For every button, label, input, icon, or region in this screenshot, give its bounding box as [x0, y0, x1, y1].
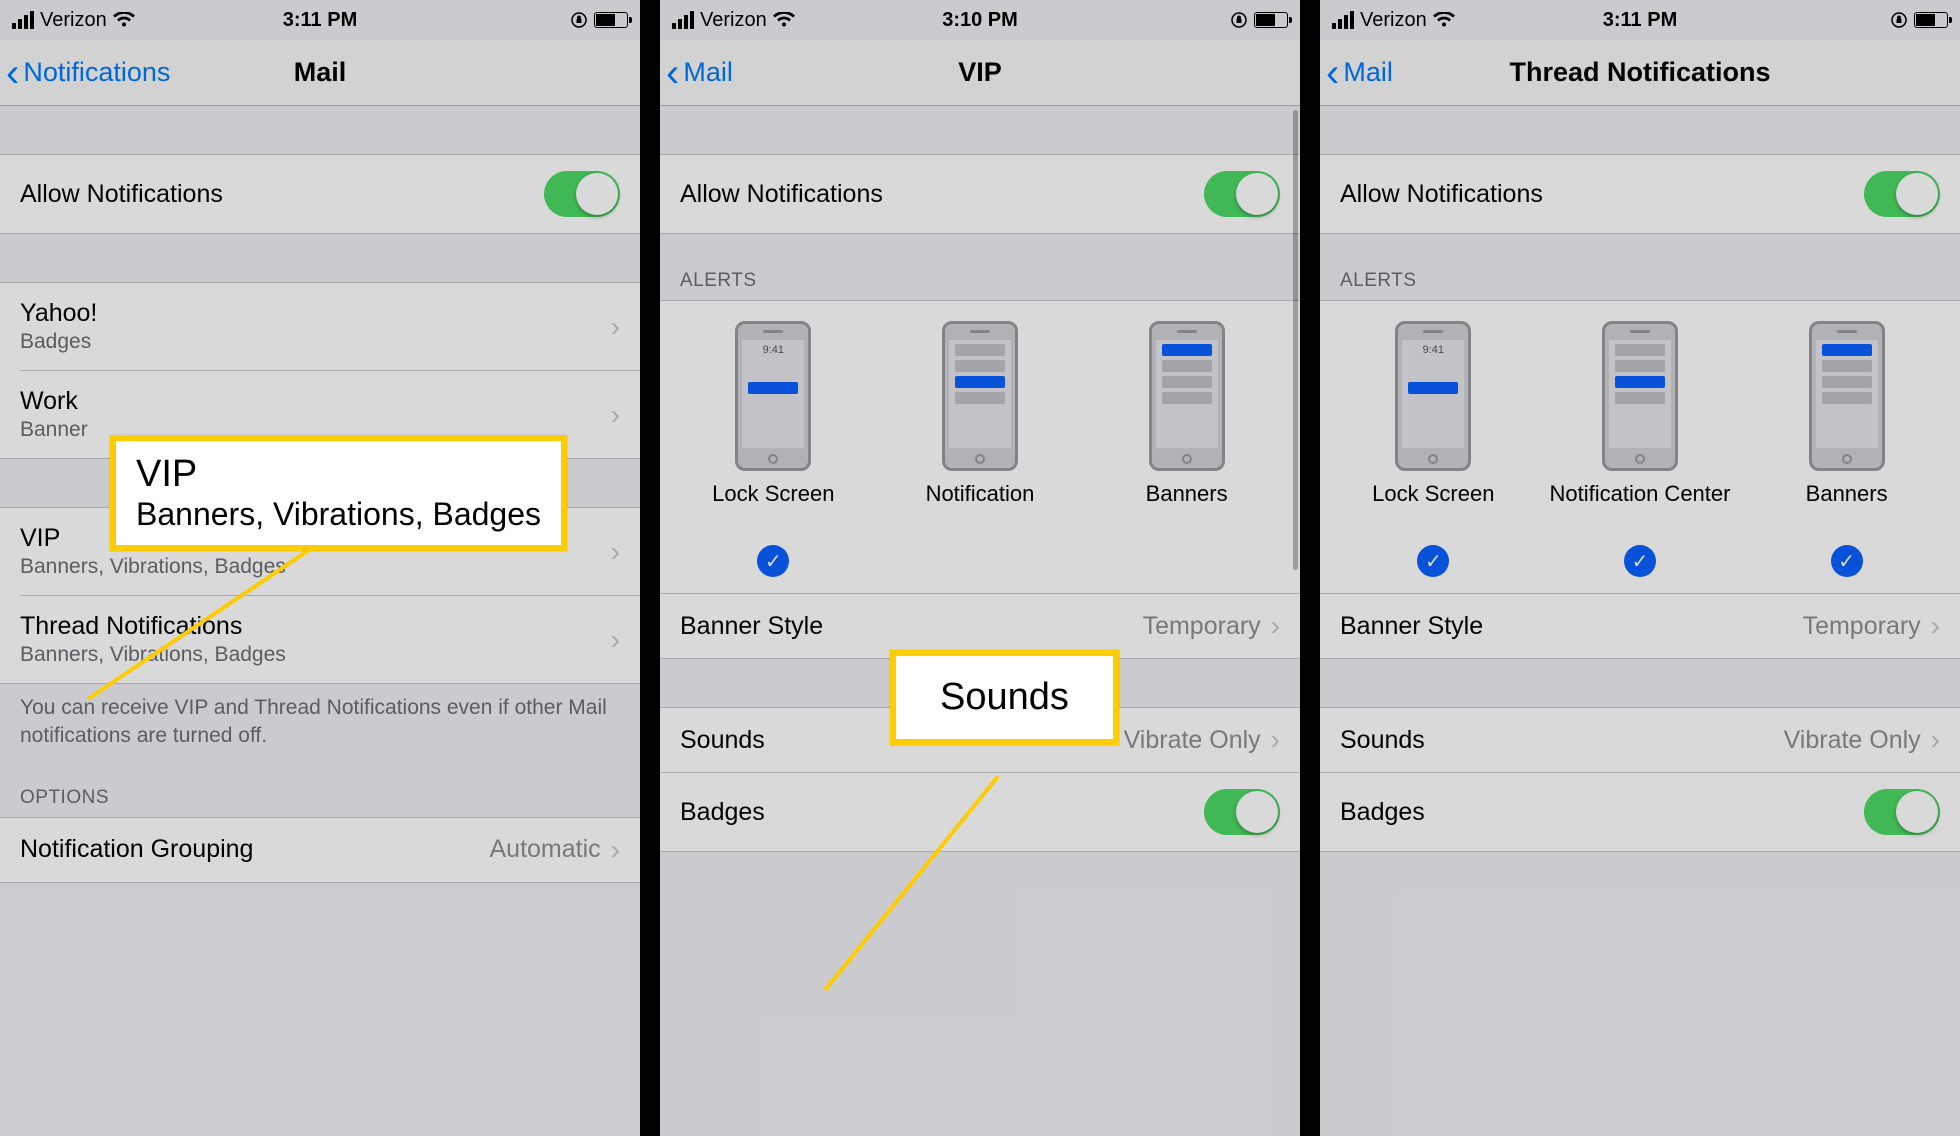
alerts-header: ALERTS — [1320, 234, 1960, 300]
vip-sub: Banners, Vibrations, Badges — [20, 555, 286, 579]
checkmark-icon: ✓ — [1624, 545, 1656, 577]
allow-notifications-row[interactable]: Allow Notifications — [1320, 154, 1960, 234]
notification-grouping-row[interactable]: Notification Grouping Automatic › — [0, 817, 640, 883]
banners-preview-icon — [1149, 321, 1225, 471]
allow-notifications-label: Allow Notifications — [20, 180, 223, 209]
chevron-right-icon: › — [1271, 610, 1280, 642]
screen-mail-notifications: Verizon 3:11 PM ‹ Notifications Mail All… — [0, 0, 640, 1136]
checkmark-icon: ✓ — [1417, 545, 1449, 577]
screen-vip-settings: Verizon 3:10 PM ‹ Mail VIP Allow Notific… — [660, 0, 1300, 1136]
chevron-right-icon: › — [611, 624, 620, 656]
alerts-row: 9:41 Lock Screen ✓ Notification Center ✓… — [1320, 300, 1960, 594]
nav-bar: ‹ Notifications Mail — [0, 40, 640, 106]
thread-notifications-row[interactable]: Thread Notifications Banners, Vibrations… — [20, 595, 640, 683]
status-bar: Verizon 3:11 PM — [0, 0, 640, 40]
status-time: 3:10 PM — [660, 9, 1300, 32]
callout-vip-title: VIP — [136, 453, 541, 496]
banners-preview-icon — [1809, 321, 1885, 471]
lock-screen-preview-icon: 9:41 — [1395, 321, 1471, 471]
alert-banners[interactable]: Banners ✓ — [1744, 321, 1949, 577]
grouping-value: Automatic — [490, 835, 601, 864]
page-title: Mail — [0, 57, 640, 88]
notification-center-preview-icon — [1602, 321, 1678, 471]
banner-style-label: Banner Style — [1340, 612, 1483, 641]
accounts-group: Yahoo! Badges › Work Banner › — [0, 282, 640, 459]
allow-notifications-label: Allow Notifications — [1340, 180, 1543, 209]
alert-banners[interactable]: Banners ✓ — [1084, 321, 1289, 577]
alert-label: Banners — [1806, 481, 1888, 535]
checkmark-icon: ✓ — [1831, 545, 1863, 577]
battery-icon — [594, 12, 628, 28]
callout-vip: VIP Banners, Vibrations, Badges — [110, 435, 567, 551]
callout-vip-sub: Banners, Vibrations, Badges — [136, 496, 541, 533]
sounds-value: Vibrate Only — [1124, 726, 1261, 755]
allow-notifications-toggle[interactable] — [1204, 171, 1280, 217]
account-sub: Badges — [20, 330, 97, 354]
banner-style-label: Banner Style — [680, 612, 823, 641]
badges-toggle[interactable] — [1864, 789, 1940, 835]
scroll-thumb[interactable] — [1293, 110, 1298, 570]
badges-label: Badges — [680, 798, 765, 827]
badges-row[interactable]: Badges — [1320, 773, 1960, 852]
chevron-right-icon: › — [1931, 610, 1940, 642]
page-title: Thread Notifications — [1320, 57, 1960, 88]
allow-notifications-row[interactable]: Allow Notifications — [660, 154, 1300, 234]
sounds-label: Sounds — [680, 726, 765, 755]
chevron-right-icon: › — [611, 399, 620, 431]
options-header: OPTIONS — [0, 751, 640, 817]
battery-icon — [1254, 12, 1288, 28]
account-title: Work — [20, 387, 88, 416]
account-sub: Banner — [20, 418, 88, 442]
callout-sounds: Sounds — [890, 650, 1119, 745]
chevron-right-icon: › — [1271, 724, 1280, 756]
thread-title: Thread Notifications — [20, 612, 286, 641]
sounds-label: Sounds — [1340, 726, 1425, 755]
chevron-right-icon: › — [611, 834, 620, 866]
alerts-header: ALERTS — [660, 234, 1300, 300]
banner-style-value: Temporary — [1803, 612, 1921, 641]
chevron-right-icon: › — [611, 536, 620, 568]
page-title: VIP — [660, 57, 1300, 88]
sounds-value: Vibrate Only — [1784, 726, 1921, 755]
alert-label: Notification Center — [1549, 481, 1730, 535]
grouping-label: Notification Grouping — [20, 835, 253, 864]
nav-bar: ‹ Mail Thread Notifications — [1320, 40, 1960, 106]
status-bar: Verizon 3:11 PM — [1320, 0, 1960, 40]
chevron-right-icon: › — [1931, 724, 1940, 756]
alert-lock-screen[interactable]: 9:41 Lock Screen ✓ — [1331, 321, 1536, 577]
badges-label: Badges — [1340, 798, 1425, 827]
lock-screen-preview-icon: 9:41 — [735, 321, 811, 471]
alert-notification-center[interactable]: Notification Center ✓ — [1538, 321, 1743, 577]
allow-notifications-toggle[interactable] — [1864, 171, 1940, 217]
alert-notification-center[interactable]: Notification ✓ — [878, 321, 1083, 577]
alert-lock-screen[interactable]: 9:41 Lock Screen ✓ — [671, 321, 876, 577]
allow-notifications-toggle[interactable] — [544, 171, 620, 217]
status-time: 3:11 PM — [0, 9, 640, 32]
banner-style-value: Temporary — [1143, 612, 1261, 641]
allow-notifications-label: Allow Notifications — [680, 180, 883, 209]
alert-label: Lock Screen — [1372, 481, 1494, 535]
account-row-yahoo[interactable]: Yahoo! Badges › — [0, 283, 640, 370]
status-bar: Verizon 3:10 PM — [660, 0, 1300, 40]
banner-style-row[interactable]: Banner Style Temporary › — [1320, 593, 1960, 659]
status-time: 3:11 PM — [1320, 9, 1960, 32]
allow-notifications-row[interactable]: Allow Notifications — [0, 154, 640, 234]
callout-sounds-title: Sounds — [940, 676, 1069, 719]
badges-toggle[interactable] — [1204, 789, 1280, 835]
battery-icon — [1914, 12, 1948, 28]
notification-center-preview-icon — [942, 321, 1018, 471]
screen-thread-notifications: Verizon 3:11 PM ‹ Mail Thread Notificati… — [1320, 0, 1960, 1136]
nav-bar: ‹ Mail VIP — [660, 40, 1300, 106]
alert-label: Notification — [926, 481, 1035, 535]
account-title: Yahoo! — [20, 299, 97, 328]
badges-row[interactable]: Badges — [660, 773, 1300, 852]
checkmark-icon: ✓ — [757, 545, 789, 577]
chevron-right-icon: › — [611, 311, 620, 343]
alerts-row: 9:41 Lock Screen ✓ Notification ✓ Banner… — [660, 300, 1300, 594]
sounds-row[interactable]: Sounds Vibrate Only › — [1320, 707, 1960, 773]
alert-label: Lock Screen — [712, 481, 834, 535]
alert-label: Banners — [1146, 481, 1228, 535]
